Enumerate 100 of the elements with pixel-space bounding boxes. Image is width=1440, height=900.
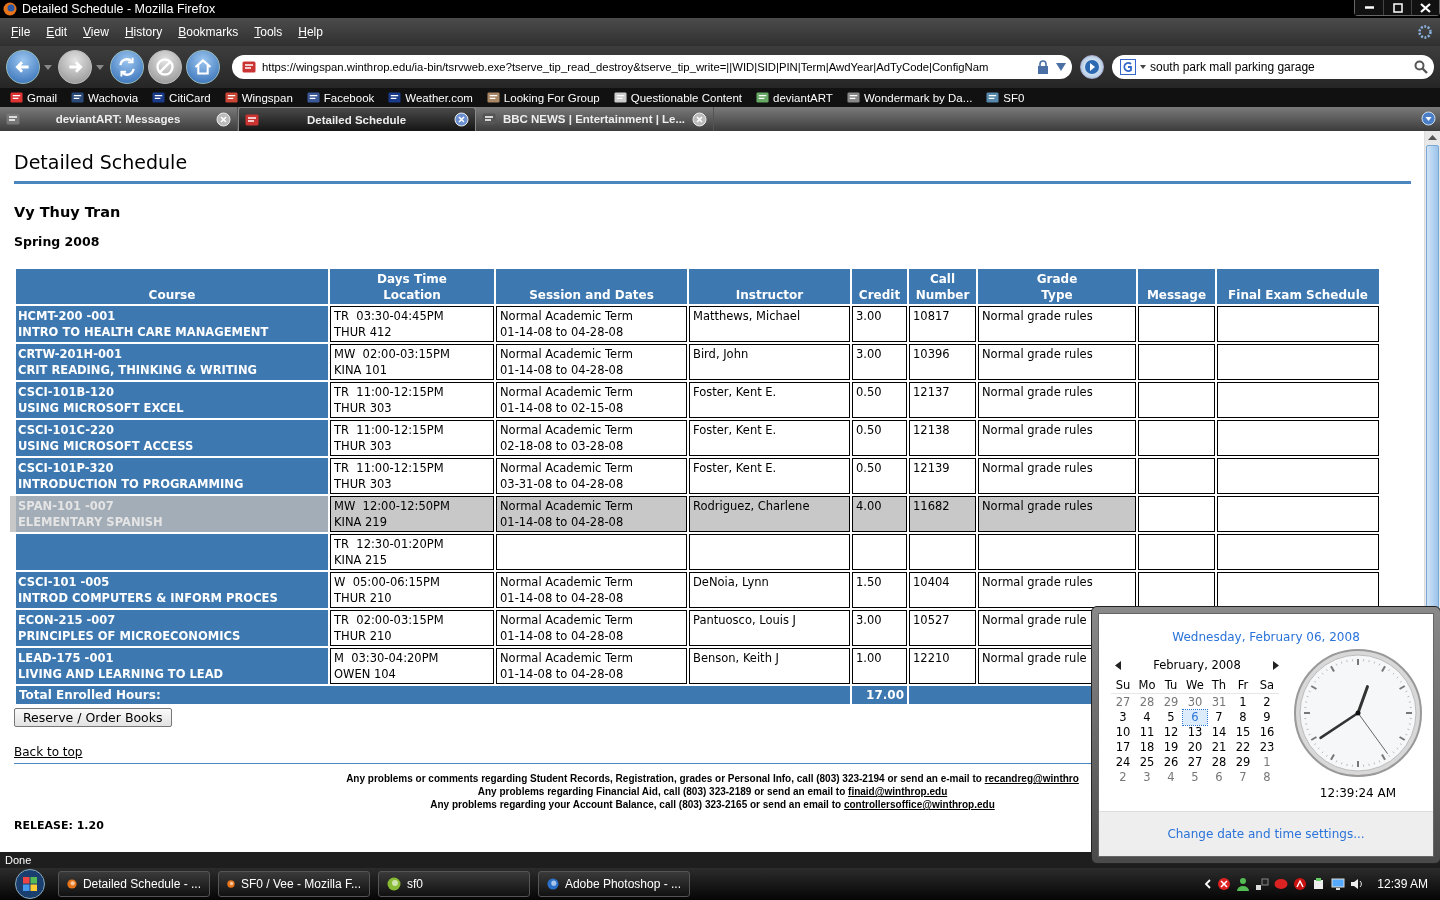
calendar-day[interactable]: 3	[1135, 770, 1159, 785]
taskbar-button[interactable]: sf0	[378, 871, 530, 897]
menu-item[interactable]: File	[3, 25, 39, 39]
next-month-button[interactable]	[1273, 660, 1279, 670]
close-button[interactable]	[1411, 0, 1439, 15]
shield-icon[interactable]	[1217, 877, 1232, 891]
calendar-day[interactable]: 25	[1135, 755, 1159, 770]
calendar-day[interactable]: 28	[1135, 695, 1159, 710]
go-button[interactable]	[1080, 55, 1104, 79]
taskbar-button[interactable]: Detailed Schedule - ...	[58, 871, 210, 897]
adobe-icon[interactable]	[1293, 877, 1308, 891]
taskbar-clock[interactable]: 12:39 AM	[1377, 877, 1428, 891]
close-tab-button[interactable]	[216, 111, 231, 127]
calendar-day[interactable]: 11	[1135, 725, 1159, 740]
caret-icon[interactable]	[1140, 65, 1146, 69]
calendar-day[interactable]: 7	[1231, 770, 1255, 785]
minimize-button[interactable]	[1355, 0, 1383, 15]
menu-item[interactable]: Help	[290, 25, 331, 39]
menu-item[interactable]: Tools	[246, 25, 291, 39]
calendar-day[interactable]: 20	[1183, 740, 1207, 755]
taskbar-button[interactable]: SF0 / Vee - Mozilla F...	[218, 871, 370, 897]
calendar-day[interactable]: 1	[1255, 755, 1279, 770]
bookmark[interactable]: Wingspan	[224, 91, 293, 104]
calendar-day[interactable]: 24	[1111, 755, 1135, 770]
calendar-day[interactable]: 18	[1135, 740, 1159, 755]
calendar-day[interactable]: 21	[1207, 740, 1231, 755]
email-link[interactable]: recandreg@winthro	[984, 773, 1079, 784]
back-to-top-link[interactable]: Back to top	[14, 745, 83, 759]
calendar-day[interactable]: 30	[1183, 695, 1207, 710]
calendar-day[interactable]: 13	[1183, 725, 1207, 740]
bookmark[interactable]: Wachovia	[71, 91, 139, 104]
address-field[interactable]: https://wingspan.winthrop.edu/ia-bin/tsrvweb.exe?tserve_tip_read_destroy&tserve_tip_write=||WID|SID|PIN|Term|AwdYear|AdTyCode|ConfigNam	[232, 55, 1072, 79]
bookmark[interactable]: Looking For Group	[486, 91, 600, 104]
search-icon[interactable]	[1414, 60, 1428, 74]
reload-button[interactable]	[110, 50, 144, 84]
calendar-day[interactable]: 6	[1207, 770, 1231, 785]
bookmark[interactable]: deviantART	[756, 91, 833, 104]
calendar-day[interactable]: 9	[1255, 710, 1279, 725]
home-button[interactable]	[186, 50, 220, 84]
email-link[interactable]: finaid@winthrop.edu	[848, 786, 948, 797]
calendar-day[interactable]: 4	[1135, 710, 1159, 725]
taskbar-button[interactable]: Adobe Photoshop - ...	[538, 871, 690, 897]
back-button[interactable]	[6, 50, 40, 84]
calendar-day[interactable]: 26	[1159, 755, 1183, 770]
menu-item[interactable]: History	[116, 25, 171, 39]
network-icon[interactable]	[1255, 877, 1270, 891]
maximize-button[interactable]	[1383, 0, 1411, 15]
bookmark[interactable]: Questionable Content	[613, 91, 742, 104]
calendar-day[interactable]: 29	[1231, 755, 1255, 770]
calendar-day[interactable]: 1	[1231, 695, 1255, 710]
dropdown-icon[interactable]	[1056, 63, 1066, 71]
bookmark[interactable]: Wondermark by Da...	[846, 91, 973, 104]
settings-link[interactable]: Change date and time settings...	[1167, 827, 1365, 841]
calendar-day[interactable]: 7	[1207, 710, 1231, 725]
calendar-day[interactable]: 12	[1159, 725, 1183, 740]
menu-item[interactable]: Edit	[38, 25, 76, 39]
chevron-icon[interactable]	[1204, 879, 1213, 889]
reserve-books-button[interactable]: Reserve / Order Books	[14, 708, 172, 727]
month-label[interactable]: February, 2008	[1153, 658, 1241, 672]
search-engine-icon[interactable]	[1120, 59, 1136, 75]
calendar-day[interactable]: 31	[1207, 695, 1231, 710]
calendar-day[interactable]: 28	[1207, 755, 1231, 770]
calendar-day[interactable]: 3	[1111, 710, 1135, 725]
calendar-day[interactable]: 4	[1159, 770, 1183, 785]
search-field[interactable]: south park mall parking garage	[1112, 55, 1434, 79]
calendar-day[interactable]: 14	[1207, 725, 1231, 740]
calendar-day[interactable]: 27	[1183, 755, 1207, 770]
calendar-day[interactable]: 5	[1183, 770, 1207, 785]
calendar-day[interactable]: 29	[1159, 695, 1183, 710]
calendar-day[interactable]: 6	[1183, 710, 1207, 725]
bookmark[interactable]: SF0	[986, 91, 1025, 104]
bookmark[interactable]: Gmail	[10, 91, 58, 104]
calendar-day[interactable]: 2	[1255, 695, 1279, 710]
monitor-icon[interactable]	[1331, 877, 1346, 891]
calendar-day[interactable]: 17	[1111, 740, 1135, 755]
menu-item[interactable]: Bookmarks	[170, 25, 247, 39]
calendar-day[interactable]: 5	[1159, 710, 1183, 725]
email-link[interactable]: controllersoffice@winthrop.edu	[843, 799, 995, 810]
calendar-day[interactable]: 15	[1231, 725, 1255, 740]
calendar-day[interactable]: 8	[1255, 770, 1279, 785]
speaker-icon[interactable]	[1350, 877, 1365, 891]
calendar-day[interactable]: 22	[1231, 740, 1255, 755]
tab-list-button[interactable]	[1421, 111, 1436, 126]
bookmark[interactable]: Facebook	[306, 91, 375, 104]
bookmark[interactable]: CitiCard	[152, 91, 211, 104]
calendar-day[interactable]: 23	[1255, 740, 1279, 755]
menu-item[interactable]: View	[75, 25, 117, 39]
calendar-day[interactable]: 10	[1111, 725, 1135, 740]
bookmark[interactable]: Weather.com	[388, 91, 473, 104]
date-link[interactable]: Wednesday, February 06, 2008	[1172, 630, 1360, 644]
calendar-day[interactable]: 2	[1111, 770, 1135, 785]
calendar-day[interactable]: 19	[1159, 740, 1183, 755]
calendar-day[interactable]: 27	[1111, 695, 1135, 710]
calendar-day[interactable]: 16	[1255, 725, 1279, 740]
browser-tab[interactable]: Detailed Schedule	[238, 107, 476, 131]
close-tab-button[interactable]	[454, 112, 469, 127]
calendar-day[interactable]: 8	[1231, 710, 1255, 725]
previous-month-button[interactable]	[1115, 660, 1121, 670]
person-icon[interactable]	[1236, 877, 1251, 891]
close-tab-button[interactable]	[692, 111, 707, 127]
